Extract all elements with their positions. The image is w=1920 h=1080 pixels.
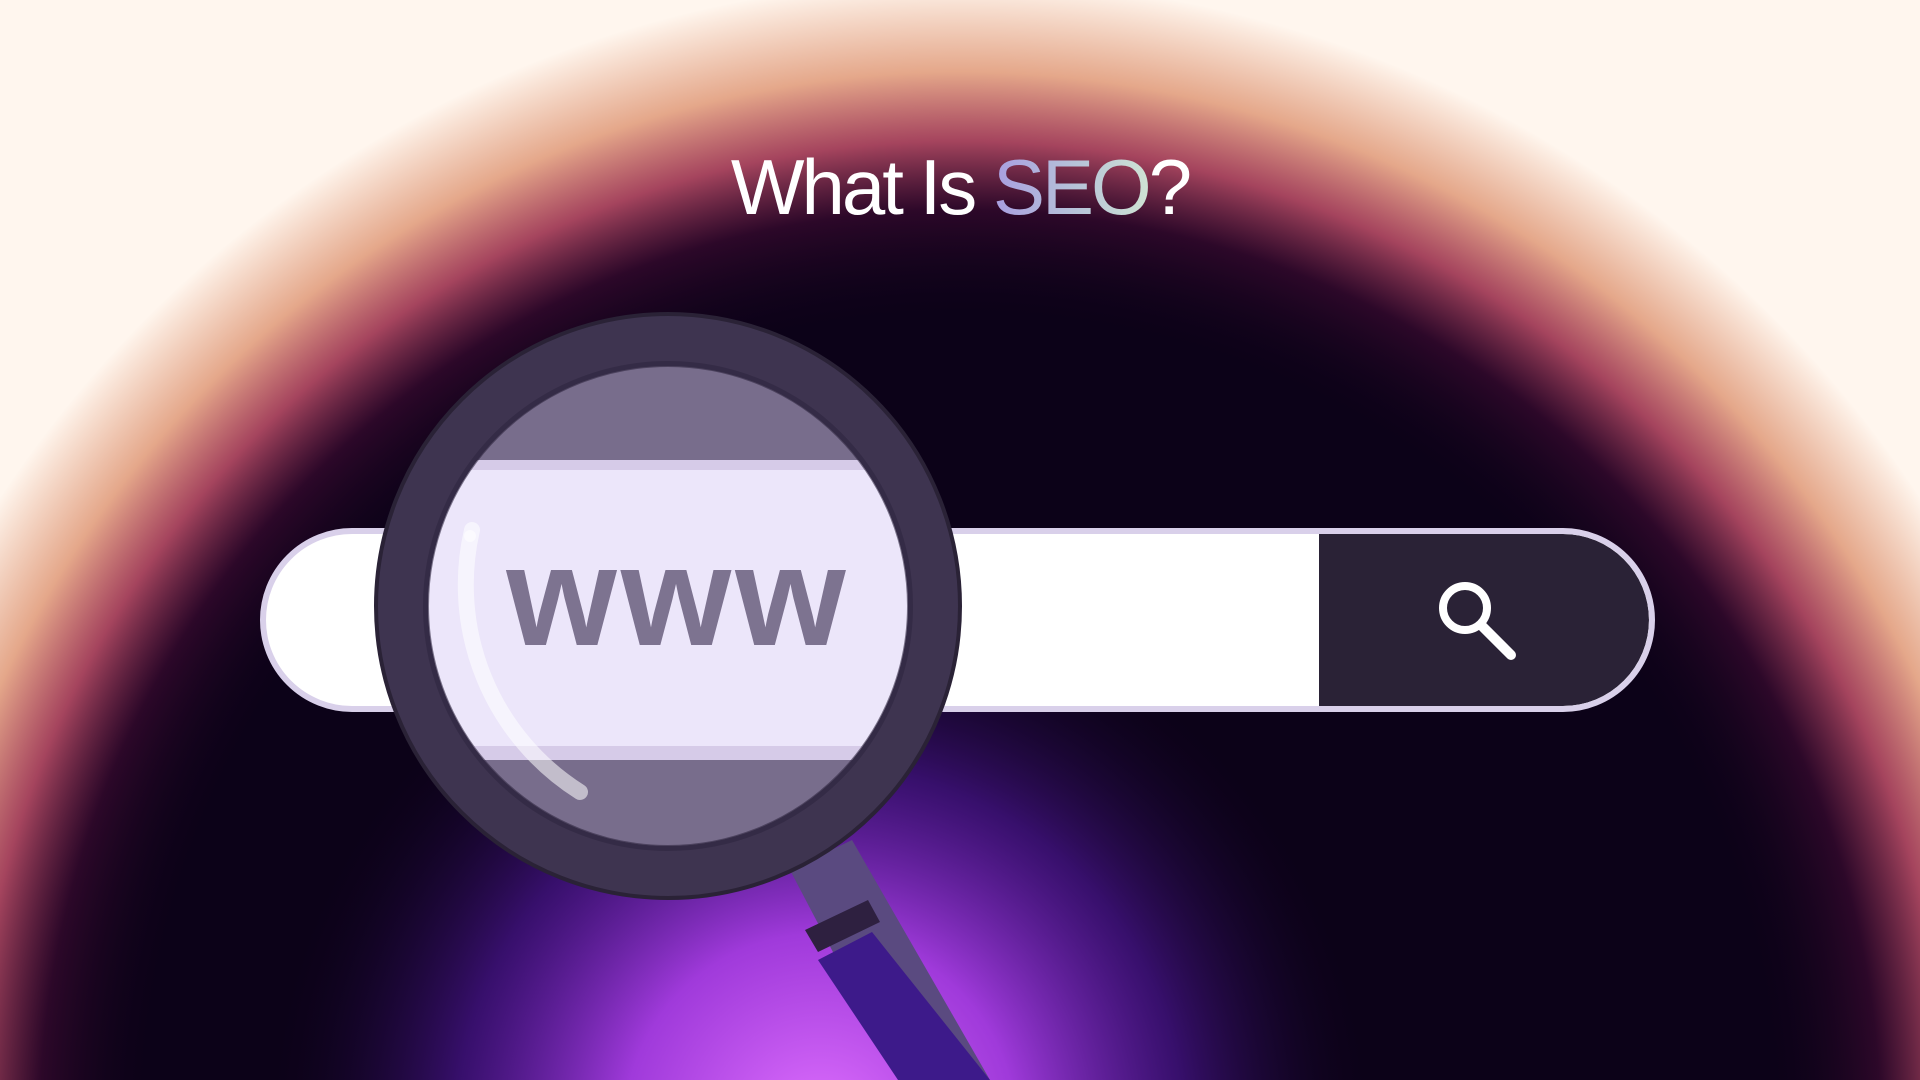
search-bar[interactable] [260,528,1655,712]
title-accent: SEO [992,143,1152,231]
page-title: What Is SEO? [0,142,1920,233]
hero-banner: What Is SEO? www [0,0,1920,1080]
title-suffix: ? [1148,143,1192,231]
title-prefix: What Is [730,143,993,231]
search-button[interactable] [1319,534,1649,706]
search-icon [1439,582,1516,660]
